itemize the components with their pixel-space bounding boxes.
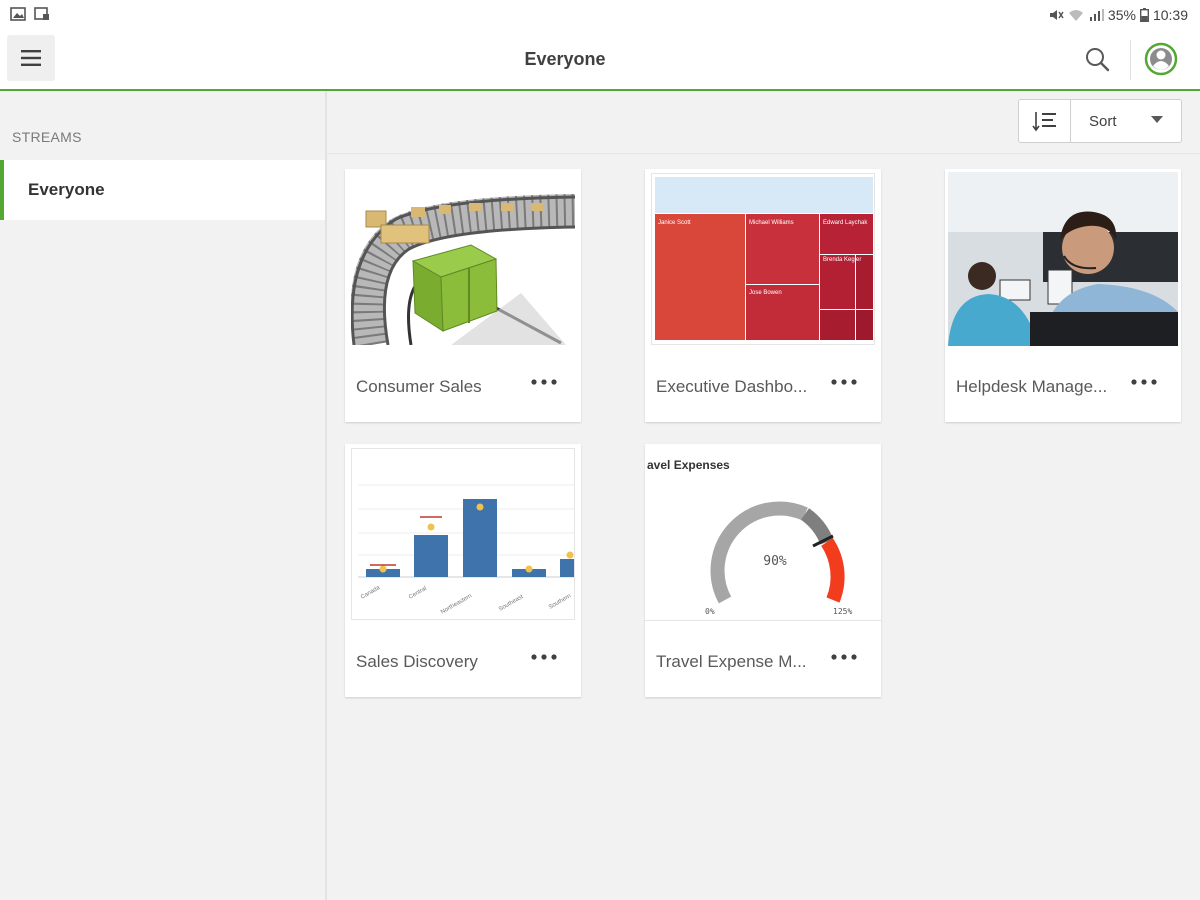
chart-tick-label: Northeastern: [440, 593, 473, 616]
gauge-title: avel Expenses: [647, 458, 730, 472]
sort-dropdown[interactable]: Sort: [1071, 100, 1181, 142]
chevron-down-icon: [1151, 116, 1163, 123]
header-divider: [1130, 40, 1131, 80]
sort-order-button[interactable]: [1019, 100, 1071, 142]
more-options-button[interactable]: [1129, 372, 1159, 392]
app-title: Travel Expense M...: [656, 652, 807, 671]
app-card-sales-discovery[interactable]: Canada Central Northeastern Southeast So…: [345, 444, 581, 697]
app-card-executive-dashboard[interactable]: Janice Scott Michael Williams Edward Lay…: [645, 169, 881, 422]
app-title: Executive Dashbo...: [656, 377, 808, 396]
app-thumbnail: [351, 173, 575, 345]
more-options-button[interactable]: [829, 647, 859, 667]
app-title: Consumer Sales: [356, 377, 482, 396]
treemap-label: Brenda Kegler: [823, 257, 861, 263]
app-thumbnail: Janice Scott Michael Williams Edward Lay…: [651, 173, 875, 345]
status-bar: 35% 10:39: [0, 0, 1200, 32]
more-options-button[interactable]: [529, 372, 559, 392]
app-card-helpdesk-management[interactable]: Helpdesk Manage...: [945, 169, 1181, 422]
gauge-image: avel Expenses 90% 0% 125%: [645, 448, 881, 620]
treemap-label: Jose Bowen: [749, 290, 782, 296]
app-thumbnail: [948, 172, 1178, 346]
more-options-button[interactable]: [829, 372, 859, 392]
signal-icon: [1089, 9, 1104, 21]
battery-icon: [1139, 8, 1149, 22]
clock: 10:39: [1152, 7, 1188, 23]
sidebar-heading: STREAMS: [12, 129, 82, 145]
helpdesk-photo: [948, 172, 1178, 346]
user-profile-icon: [1144, 42, 1178, 76]
treemap-label: Michael Williams: [749, 220, 794, 226]
battery-percent: 35%: [1107, 7, 1136, 23]
more-horizontal-icon: [831, 654, 857, 660]
search-icon: [1086, 48, 1110, 72]
gauge-max: 125%: [833, 607, 852, 616]
sort-control: Sort: [1018, 99, 1182, 143]
conveyor-belt-image: [351, 173, 575, 345]
app-card-consumer-sales[interactable]: Consumer Sales: [345, 169, 581, 422]
page-title: Everyone: [524, 49, 606, 69]
app-card-travel-expense[interactable]: avel Expenses 90% 0% 125% Travel Expense…: [645, 444, 881, 697]
bar-chart-image: Canada Central Northeastern Southeast So…: [358, 484, 574, 616]
chart-tick-label: Central: [408, 586, 428, 601]
more-horizontal-icon: [831, 379, 857, 385]
cast-notification-icon: [34, 7, 49, 20]
gauge-min: 0%: [705, 607, 715, 616]
image-notification-icon: [10, 7, 26, 21]
gauge-value: 90%: [763, 554, 787, 569]
more-horizontal-icon: [531, 654, 557, 660]
app-title: Helpdesk Manage...: [956, 377, 1108, 396]
app-header: Everyone: [0, 32, 1200, 91]
content-toolbar: Sort: [327, 91, 1200, 154]
treemap-label: Janice Scott: [658, 220, 691, 226]
sidebar-item-label: Everyone: [28, 180, 105, 199]
sort-order-icon: [1031, 112, 1056, 132]
chart-tick-label: Southeast: [498, 594, 525, 613]
search-button[interactable]: [1082, 44, 1114, 76]
treemap-label: Edward Laychak: [823, 220, 868, 226]
streams-sidebar: STREAMS Everyone: [0, 91, 327, 900]
app-title: Sales Discovery: [356, 652, 478, 671]
chart-tick-label: Canada: [360, 585, 382, 601]
app-thumbnail: avel Expenses 90% 0% 125%: [645, 448, 881, 621]
wifi-icon: [1068, 10, 1083, 21]
profile-button[interactable]: [1144, 42, 1178, 76]
app-thumbnail: Canada Central Northeastern Southeast So…: [351, 448, 575, 620]
more-horizontal-icon: [531, 379, 557, 385]
sort-label: Sort: [1089, 113, 1117, 130]
treemap-image: Janice Scott Michael Williams Edward Lay…: [655, 177, 873, 340]
more-options-button[interactable]: [529, 647, 559, 667]
chart-tick-label: Southern: [548, 593, 572, 610]
mute-icon: [1049, 10, 1064, 20]
sidebar-item-everyone[interactable]: Everyone: [0, 160, 325, 220]
more-horizontal-icon: [1131, 379, 1157, 385]
